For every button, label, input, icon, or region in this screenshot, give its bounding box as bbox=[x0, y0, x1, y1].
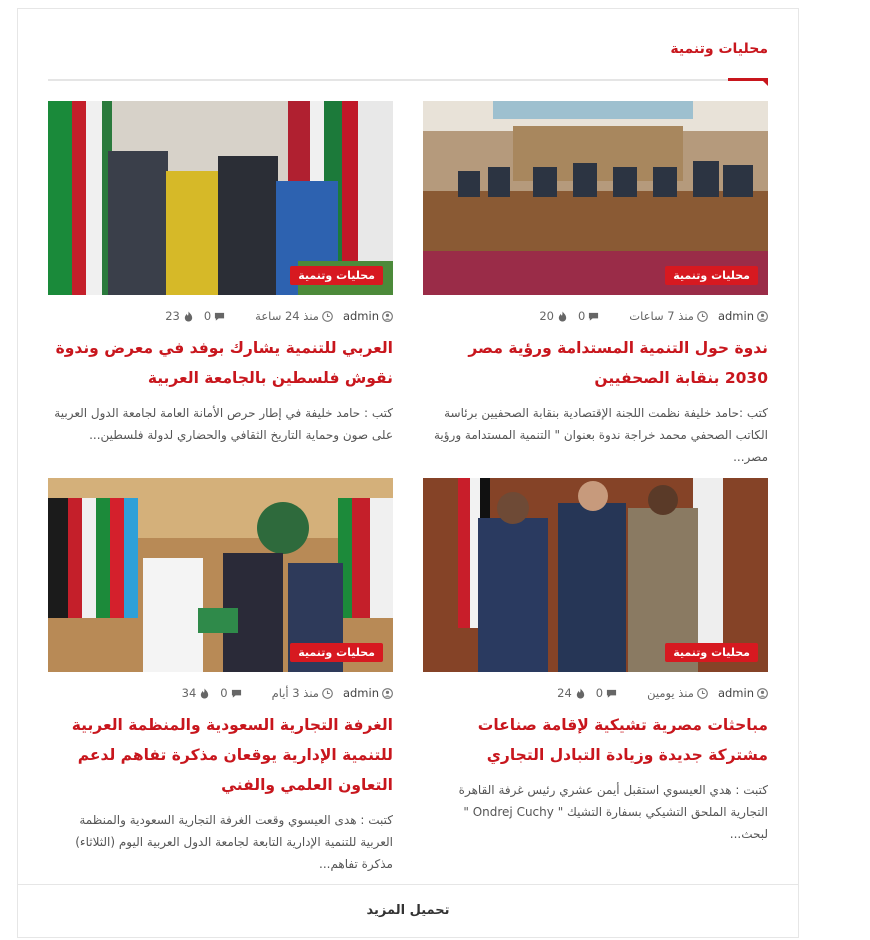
post-thumbnail[interactable]: محليات وتنمية bbox=[48, 478, 393, 672]
author-name: admin bbox=[342, 309, 379, 323]
post-meta: admin منذ يومين 0 24 bbox=[423, 686, 768, 700]
user-icon bbox=[757, 687, 768, 699]
post-card: محليات وتنمية admin منذ 3 أيام 0 34 الغر… bbox=[48, 478, 393, 875]
user-icon bbox=[382, 687, 393, 699]
comments-count: 0 bbox=[203, 309, 212, 323]
post-card: محليات وتنمية admin منذ يومين 0 24 مباحث… bbox=[423, 478, 768, 845]
date-text: منذ يومين bbox=[647, 686, 694, 700]
clock-icon bbox=[697, 310, 708, 322]
post-date: منذ 7 ساعات bbox=[629, 309, 708, 323]
author-name: admin bbox=[717, 686, 754, 700]
post-excerpt: كتبت : هدي العيسوي استقبل أيمن عشري رئيس… bbox=[458, 783, 768, 841]
comment-icon bbox=[589, 312, 599, 321]
user-icon bbox=[382, 310, 393, 322]
flame-icon bbox=[184, 310, 192, 322]
date-text: منذ 3 أيام bbox=[271, 686, 319, 700]
post-card: محليات وتنمية admin منذ 7 ساعات 0 20 ندو… bbox=[423, 101, 768, 468]
comment-icon bbox=[607, 689, 617, 698]
post-author[interactable]: admin bbox=[343, 686, 393, 700]
post-excerpt: كتب :حامد خليفة نظمت اللجنة الإقتصادية ب… bbox=[433, 406, 768, 464]
post-date: منذ 3 أيام bbox=[272, 686, 333, 700]
post-card: محليات وتنمية admin منذ 24 ساعة 0 23 الع… bbox=[48, 101, 393, 446]
post-thumbnail[interactable]: محليات وتنمية bbox=[48, 101, 393, 295]
post-views: 24 bbox=[557, 686, 586, 700]
views-count: 34 bbox=[181, 686, 197, 700]
clock-icon bbox=[697, 687, 708, 699]
views-count: 23 bbox=[165, 309, 180, 323]
category-badge[interactable]: محليات وتنمية bbox=[665, 643, 758, 662]
post-excerpt: كتبت : هدى العيسوي وقعت الغرفة التجارية … bbox=[75, 813, 393, 871]
comments-count: 0 bbox=[577, 309, 586, 323]
post-comments[interactable]: 0 bbox=[220, 686, 241, 700]
post-thumbnail[interactable]: محليات وتنمية bbox=[423, 101, 768, 295]
post-title[interactable]: الغرفة التجارية السعودية والمنظمة العربي… bbox=[48, 710, 393, 800]
comments-count: 0 bbox=[595, 686, 604, 700]
comment-icon bbox=[215, 312, 225, 321]
views-count: 24 bbox=[557, 686, 572, 700]
post-meta: admin منذ 7 ساعات 0 20 bbox=[423, 309, 768, 323]
post-meta: admin منذ 24 ساعة 0 23 bbox=[48, 309, 393, 323]
post-title[interactable]: العربي للتنمية يشارك بوفد في معرض وندوة … bbox=[48, 333, 393, 393]
news-block: محليات وتنمية محليات وتنمية admin منذ 7 … bbox=[17, 8, 799, 938]
section-divider bbox=[48, 79, 768, 81]
post-meta: admin منذ 3 أيام 0 34 bbox=[48, 686, 393, 700]
flame-icon bbox=[558, 310, 567, 322]
post-author[interactable]: admin bbox=[343, 309, 393, 323]
category-badge[interactable]: محليات وتنمية bbox=[290, 266, 383, 285]
comments-count: 0 bbox=[220, 686, 228, 700]
post-views: 23 bbox=[165, 309, 194, 323]
date-text: منذ 24 ساعة bbox=[255, 309, 319, 323]
post-date: منذ 24 ساعة bbox=[255, 309, 333, 323]
category-badge[interactable]: محليات وتنمية bbox=[665, 266, 758, 285]
flame-icon bbox=[201, 687, 209, 699]
section-title[interactable]: محليات وتنمية bbox=[670, 41, 768, 57]
flame-icon bbox=[576, 687, 584, 699]
post-author[interactable]: admin bbox=[718, 309, 768, 323]
post-author[interactable]: admin bbox=[718, 686, 768, 700]
post-comments[interactable]: 0 bbox=[596, 686, 617, 700]
post-comments[interactable]: 0 bbox=[578, 309, 599, 323]
post-date: منذ يومين bbox=[647, 686, 708, 700]
date-text: منذ 7 ساعات bbox=[629, 309, 694, 323]
clock-icon bbox=[322, 687, 333, 699]
load-more-bar: تحميل المزيد bbox=[18, 884, 798, 940]
post-views: 20 bbox=[539, 309, 568, 323]
category-badge[interactable]: محليات وتنمية bbox=[290, 643, 383, 662]
clock-icon bbox=[322, 310, 333, 322]
author-name: admin bbox=[342, 686, 379, 700]
post-views: 34 bbox=[182, 686, 211, 700]
user-icon bbox=[757, 310, 768, 322]
author-name: admin bbox=[717, 309, 754, 323]
section-divider-tick bbox=[762, 80, 768, 86]
post-excerpt: كتب : حامد خليفة في إطار حرص الأمانة الع… bbox=[54, 406, 393, 442]
comment-icon bbox=[231, 689, 241, 698]
post-comments[interactable]: 0 bbox=[204, 309, 225, 323]
post-thumbnail[interactable]: محليات وتنمية bbox=[423, 478, 768, 672]
post-title[interactable]: مباحثات مصرية تشيكية لإقامة صناعات مشترك… bbox=[423, 710, 768, 770]
post-title[interactable]: ندوة حول التنمية المستدامة ورؤية مصر 203… bbox=[423, 333, 768, 393]
load-more-button[interactable]: تحميل المزيد bbox=[367, 903, 450, 918]
views-count: 20 bbox=[539, 309, 554, 323]
